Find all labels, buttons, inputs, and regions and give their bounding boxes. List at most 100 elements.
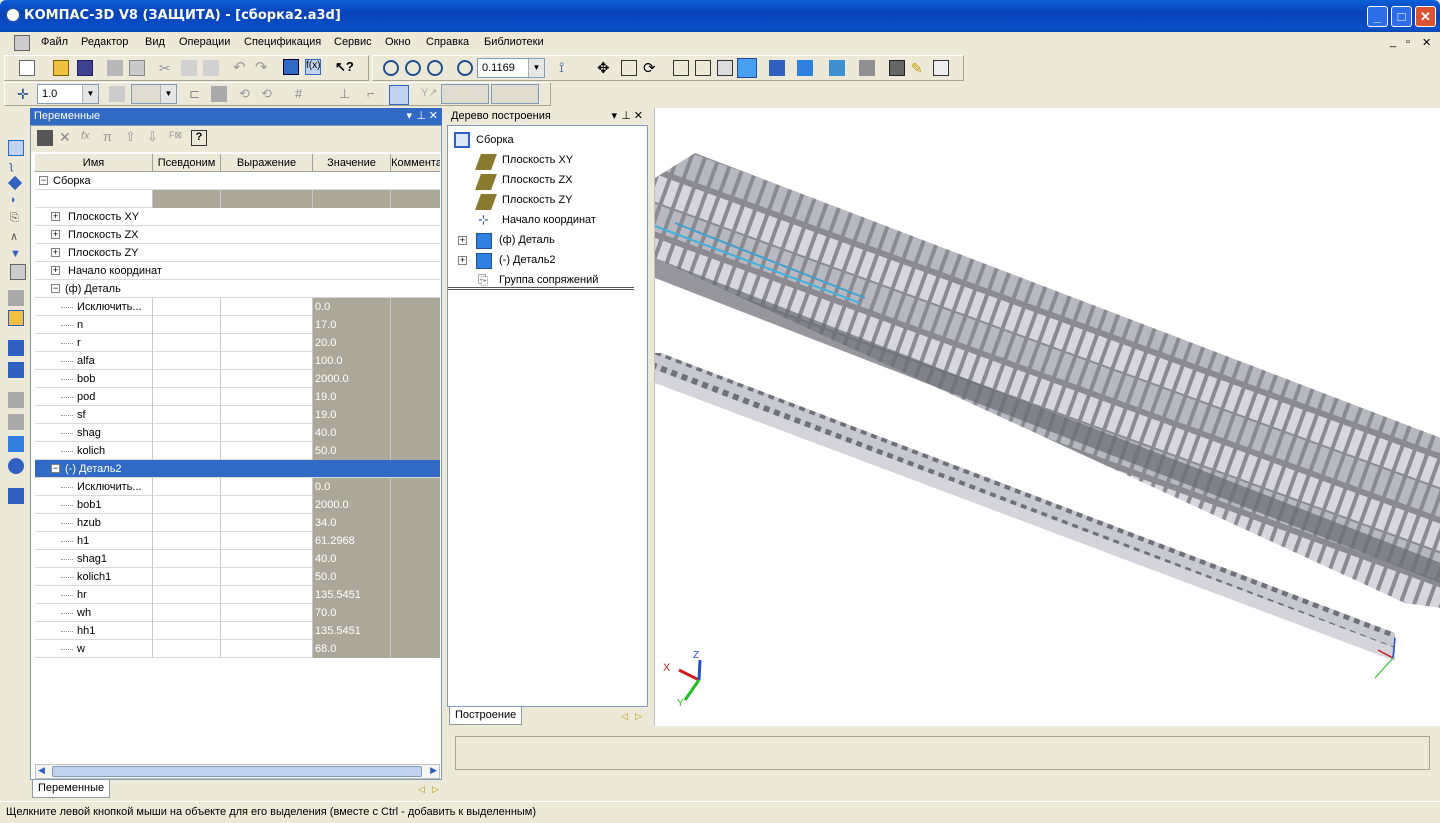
menu-libraries[interactable]: Библиотеки: [484, 36, 544, 48]
column-header-name[interactable]: Имя: [35, 154, 153, 172]
cell-name[interactable]: n: [35, 316, 153, 334]
cell-name[interactable]: hzub: [35, 514, 153, 532]
cell-alias[interactable]: [153, 586, 221, 604]
step-cursor-icon[interactable]: ✛: [17, 86, 33, 102]
shaded-icon[interactable]: [737, 58, 757, 78]
zoom-in-icon[interactable]: [405, 60, 421, 76]
copy-icon[interactable]: [181, 60, 197, 76]
zoom-combo[interactable]: 0.1169 ▼: [477, 58, 545, 78]
new-variable-icon[interactable]: [37, 130, 53, 146]
cell-name[interactable]: hh1: [35, 622, 153, 640]
cell-value[interactable]: 50.0: [313, 568, 391, 586]
cell-expression[interactable]: [221, 352, 313, 370]
assembly-icon[interactable]: [8, 488, 24, 504]
menu-help[interactable]: Справка: [426, 36, 469, 48]
cell-alias[interactable]: [153, 424, 221, 442]
component-icon[interactable]: [8, 290, 24, 306]
cell-expression[interactable]: [221, 370, 313, 388]
help-cursor-icon[interactable]: ↖?: [335, 59, 354, 75]
table-row[interactable]: hzub 34.0: [35, 514, 440, 532]
rotate-component-icon[interactable]: [8, 458, 24, 474]
collapse-icon[interactable]: −: [51, 464, 60, 473]
tree-row-plane-zx[interactable]: + Плоскость ZX: [35, 226, 440, 244]
open-folder-icon[interactable]: [53, 60, 69, 76]
cell-expression[interactable]: [221, 568, 313, 586]
cell-value[interactable]: 17.0: [313, 316, 391, 334]
menu-service[interactable]: Сервис: [334, 36, 372, 48]
tree-row-origin[interactable]: + Начало координат: [35, 262, 440, 280]
cell-value[interactable]: 2000.0: [313, 496, 391, 514]
fit-all-icon[interactable]: [621, 60, 637, 76]
cell-comment[interactable]: [391, 532, 440, 550]
cell-alias[interactable]: [153, 406, 221, 424]
cell-expression[interactable]: [221, 622, 313, 640]
help-icon[interactable]: ?: [191, 130, 207, 146]
paste-icon[interactable]: [203, 60, 219, 76]
gray-op2-icon[interactable]: [8, 414, 24, 430]
cell-expression[interactable]: [221, 478, 313, 496]
cell-value[interactable]: 61.2968: [313, 532, 391, 550]
snap-active-icon[interactable]: [389, 85, 409, 105]
solid-icon[interactable]: [7, 175, 23, 191]
cell-expression[interactable]: [221, 298, 313, 316]
perspective-icon[interactable]: [797, 60, 813, 76]
cell-expression[interactable]: [221, 514, 313, 532]
move-component-icon[interactable]: [8, 436, 24, 452]
cell-alias[interactable]: [153, 298, 221, 316]
undo-icon[interactable]: ↶: [233, 58, 249, 76]
cell-expression[interactable]: [221, 334, 313, 352]
print-icon[interactable]: [107, 60, 123, 76]
mdi-close-icon[interactable]: ✕: [1422, 36, 1431, 49]
edit-tool-icon[interactable]: [8, 140, 24, 156]
mate2-icon[interactable]: [8, 362, 24, 378]
cell-comment[interactable]: [391, 442, 440, 460]
cell-comment[interactable]: [391, 352, 440, 370]
cell-comment[interactable]: [391, 604, 440, 622]
cell-expression[interactable]: [221, 496, 313, 514]
clip-icon[interactable]: ⎘: [10, 212, 26, 228]
cell-value[interactable]: 2000.0: [313, 370, 391, 388]
cell-alias[interactable]: [153, 496, 221, 514]
function-icon[interactable]: fx: [81, 130, 97, 146]
table-row[interactable]: pod 19.0: [35, 388, 440, 406]
cell-alias[interactable]: [153, 334, 221, 352]
maximize-button[interactable]: □: [1391, 6, 1412, 27]
cell-comment[interactable]: [391, 334, 440, 352]
cell-alias[interactable]: [153, 640, 221, 658]
cell-value[interactable]: 40.0: [313, 550, 391, 568]
cell-alias[interactable]: [153, 316, 221, 334]
minimize-button[interactable]: _: [1367, 6, 1388, 27]
chevron-down-icon[interactable]: ▼: [528, 59, 544, 77]
cell-comment[interactable]: [391, 370, 440, 388]
cell-expression[interactable]: [221, 586, 313, 604]
cell-value[interactable]: 20.0: [313, 334, 391, 352]
table-row[interactable]: alfa 100.0: [35, 352, 440, 370]
cut-icon[interactable]: ✂: [159, 60, 175, 76]
expand-icon[interactable]: +: [51, 248, 60, 257]
cell-name[interactable]: alfa: [35, 352, 153, 370]
table-row[interactable]: w 68.0: [35, 640, 440, 658]
cell-expression[interactable]: [221, 640, 313, 658]
print-preview-icon[interactable]: [129, 60, 145, 76]
zoom-window-icon[interactable]: [383, 60, 399, 76]
table-row[interactable]: h1 61.2968: [35, 532, 440, 550]
table-row[interactable]: shag1 40.0: [35, 550, 440, 568]
curve-icon[interactable]: ʅ: [10, 160, 26, 176]
close-icon[interactable]: ✕: [429, 109, 438, 122]
cell-expression[interactable]: [221, 442, 313, 460]
mdi-restore-icon[interactable]: ▫: [1406, 36, 1410, 48]
coord-y-field[interactable]: [491, 84, 539, 104]
pin-icon[interactable]: ⊥: [621, 109, 631, 122]
table-row[interactable]: hr 135.5451: [35, 586, 440, 604]
hidden-lines-icon[interactable]: [695, 60, 711, 76]
window-icon[interactable]: [933, 60, 949, 76]
cell-comment[interactable]: [391, 298, 440, 316]
column-header-expression[interactable]: Выражение: [221, 154, 313, 172]
cell-alias[interactable]: [153, 622, 221, 640]
tree-row-part1[interactable]: − (ф) Деталь: [35, 280, 440, 298]
thin-hidden-icon[interactable]: [717, 60, 733, 76]
cell-comment[interactable]: [391, 316, 440, 334]
cell-name[interactable]: hr: [35, 586, 153, 604]
measure-icon[interactable]: ∧: [10, 230, 26, 246]
menu-window[interactable]: Окно: [385, 36, 411, 48]
